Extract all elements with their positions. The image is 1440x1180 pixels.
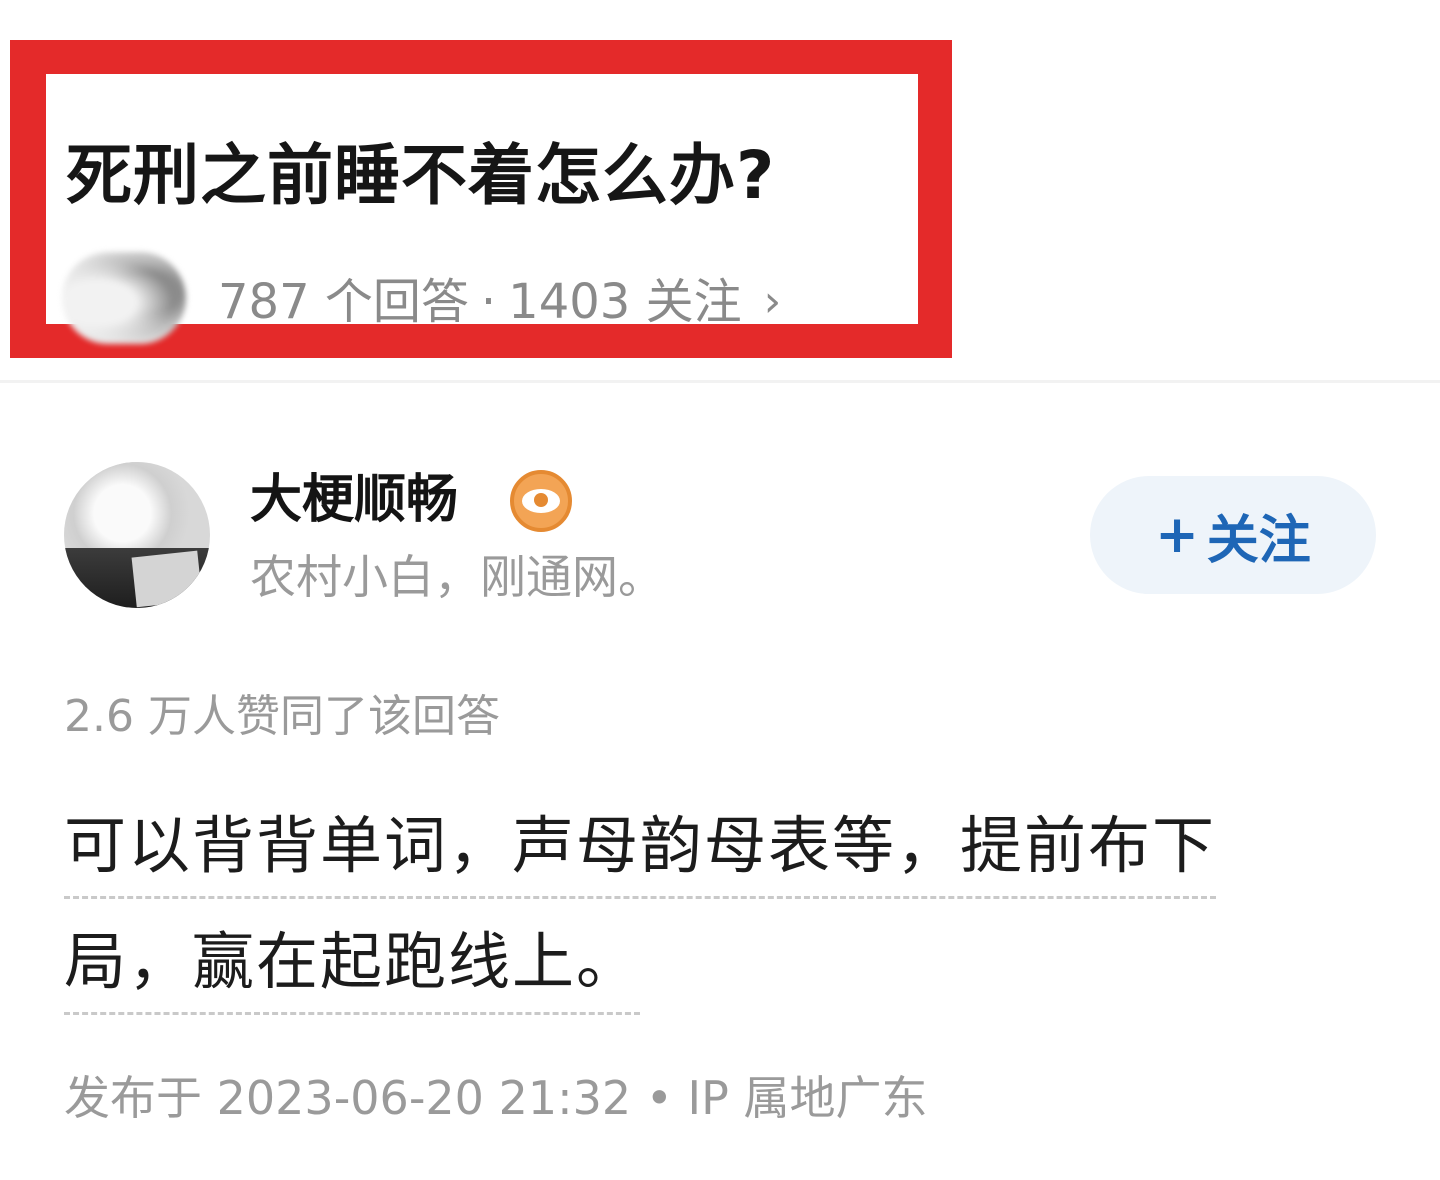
highlight-frame: 死刑之前睡不着怎么办? 787 个回答 · 1403 关注 › <box>10 40 952 358</box>
plus-icon: + <box>1155 505 1199 565</box>
author-avatar[interactable] <box>64 462 210 608</box>
section-divider <box>0 380 1440 383</box>
blurred-avatar <box>62 252 186 344</box>
question-card[interactable]: 死刑之前睡不着怎么办? 787 个回答 · 1403 关注 › <box>46 74 918 344</box>
answer-text-line: 局，赢在起跑线上。 <box>64 922 641 1015</box>
follow-button[interactable]: + 关注 <box>1090 476 1376 594</box>
chevron-right-icon: › <box>763 276 782 327</box>
eye-badge-icon <box>510 470 572 532</box>
question-title[interactable]: 死刑之前睡不着怎么办? <box>66 136 775 216</box>
publish-info: 发布于 2023-06-20 21:32 • IP 属地广东 <box>64 1071 928 1125</box>
follower-count: 1403 关注 <box>508 274 742 330</box>
follow-label: 关注 <box>1206 510 1311 571</box>
question-stats[interactable]: 787 个回答 · 1403 关注 › <box>218 272 781 332</box>
author-name[interactable]: 大梗顺畅 <box>250 468 458 532</box>
vote-count: 2.6 万人赞同了该回答 <box>64 691 500 742</box>
answer-count: 787 个回答 <box>218 274 469 330</box>
meta-separator: · <box>480 274 497 330</box>
author-bio: 农村小白，刚通网。 <box>250 550 664 604</box>
answer-text-line: 可以背背单词，声母韵母表等，提前布下 <box>64 806 1217 899</box>
